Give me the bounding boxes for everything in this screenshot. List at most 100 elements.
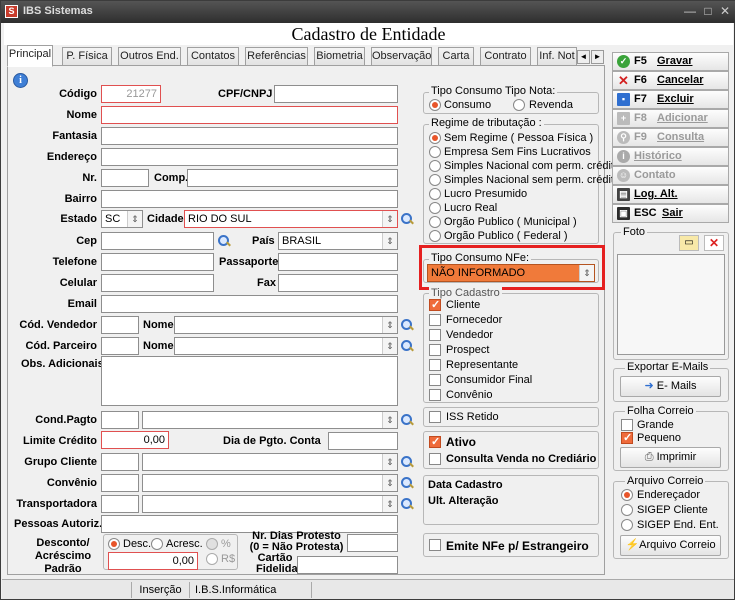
vendedor-code-field[interactable] — [101, 316, 139, 334]
sair-button[interactable]: ▣ ESC Sair — [612, 204, 729, 223]
adicionar-button[interactable]: + F8 Adicionar — [612, 109, 729, 128]
pct-radio[interactable] — [206, 538, 218, 550]
minimize-icon[interactable]: — — [683, 5, 697, 19]
pais-select[interactable]: BRASIL — [278, 232, 398, 250]
regime-radio-1[interactable] — [429, 146, 441, 158]
tab-prev-icon[interactable]: ◄ — [577, 50, 590, 64]
historico-button[interactable]: i Histórico — [612, 147, 729, 166]
ativo-checkbox[interactable] — [429, 435, 441, 448]
limite-field[interactable]: 0,00 — [101, 431, 169, 449]
emite-nfe-checkbox[interactable] — [429, 539, 441, 551]
grupo-search-icon[interactable] — [400, 455, 414, 469]
protesto-field[interactable] — [347, 534, 398, 552]
parceiro-code-field[interactable] — [101, 337, 139, 355]
representante-checkbox[interactable] — [429, 359, 441, 371]
acresc-radio[interactable] — [151, 538, 163, 550]
bairro-field[interactable] — [101, 190, 398, 208]
desconto-field[interactable]: 0,00 — [108, 552, 198, 570]
arquivo-correio-button[interactable]: ⚡Arquivo Correio — [620, 535, 721, 556]
contato-button[interactable]: ☺ Contato — [612, 166, 729, 185]
info-icon[interactable]: i — [13, 73, 28, 88]
cep-field[interactable] — [101, 232, 214, 250]
revenda-radio[interactable] — [513, 99, 525, 111]
tab-inf-not[interactable]: Inf. Not — [537, 47, 577, 66]
tab-observacao[interactable]: Observação — [371, 47, 432, 66]
folder-icon[interactable]: ▭ — [679, 235, 699, 251]
grupo-code-field[interactable] — [101, 453, 139, 471]
diapgto-field[interactable] — [328, 432, 398, 450]
convenio-search-icon[interactable] — [400, 476, 414, 490]
iss-checkbox[interactable] — [429, 411, 441, 423]
regime-radio-5[interactable] — [429, 202, 441, 214]
consumo-radio[interactable] — [429, 99, 441, 111]
condpagto-search-icon[interactable] — [400, 413, 414, 427]
convenio-select[interactable] — [142, 474, 398, 492]
fantasia-field[interactable] — [101, 127, 398, 145]
condpagto-code-field[interactable] — [101, 411, 139, 429]
pequeno-checkbox[interactable] — [621, 431, 633, 444]
cliente-checkbox[interactable] — [429, 298, 441, 311]
tab-referencias[interactable]: Referências — [245, 47, 308, 66]
emails-button[interactable]: ➜ E- Mails — [620, 376, 721, 397]
celular-field[interactable] — [101, 274, 214, 292]
transp-search-icon[interactable] — [400, 497, 414, 511]
tab-biometria[interactable]: Biometria — [314, 47, 365, 66]
tab-pessoa-fisica[interactable]: P. Física — [62, 47, 112, 66]
transp-select[interactable] — [142, 495, 398, 513]
fornecedor-checkbox[interactable] — [429, 314, 441, 326]
regime-radio-2[interactable] — [429, 160, 441, 172]
regime-radio-3[interactable] — [429, 174, 441, 186]
obs-textarea[interactable] — [101, 356, 398, 406]
parceiro-search-icon[interactable] — [400, 339, 414, 353]
email-field[interactable] — [101, 295, 398, 313]
codigo-field[interactable]: 21277 — [101, 85, 161, 103]
rs-radio[interactable] — [206, 553, 218, 565]
grupo-select[interactable] — [142, 453, 398, 471]
tab-outros-end[interactable]: Outros End. — [118, 47, 181, 66]
desc-radio[interactable] — [108, 538, 120, 550]
prospect-checkbox[interactable] — [429, 344, 441, 356]
fax-field[interactable] — [278, 274, 398, 292]
cartao-field[interactable] — [297, 556, 398, 574]
close-icon[interactable]: ✕ — [718, 5, 732, 19]
tab-contrato[interactable]: Contrato — [480, 47, 531, 66]
regime-radio-4[interactable] — [429, 188, 441, 200]
cep-search-icon[interactable] — [217, 234, 231, 248]
telefone-field[interactable] — [101, 253, 214, 271]
cpf-field[interactable] — [274, 85, 398, 103]
grande-checkbox[interactable] — [621, 419, 633, 431]
sigep-end-radio[interactable] — [621, 519, 633, 531]
tab-contatos[interactable]: Contatos — [187, 47, 239, 66]
enderecador-radio[interactable] — [621, 489, 633, 501]
convenio-checkbox[interactable] — [429, 389, 441, 401]
convenio-code-field[interactable] — [101, 474, 139, 492]
vendedor-nome-select[interactable] — [174, 316, 398, 334]
nome-field[interactable] — [101, 106, 398, 124]
imprimir-button[interactable]: ⎙ Imprimir — [620, 447, 721, 468]
maximize-icon[interactable]: □ — [701, 5, 715, 19]
condpagto-select[interactable] — [142, 411, 398, 429]
nr-field[interactable] — [101, 169, 149, 187]
consulta-button[interactable]: ⚲ F9 Consulta — [612, 128, 729, 147]
cidade-select[interactable]: RIO DO SUL — [184, 210, 398, 228]
cidade-search-icon[interactable] — [400, 212, 414, 226]
regime-radio-0[interactable] — [429, 132, 441, 144]
tab-carta[interactable]: Carta — [438, 47, 474, 66]
vendedor-checkbox[interactable] — [429, 329, 441, 341]
gravar-button[interactable]: ✓ F5 Gravar — [612, 52, 729, 71]
tab-principal[interactable]: Principal — [7, 45, 53, 67]
nfe-select[interactable]: NÃO INFORMADO — [427, 264, 595, 282]
transp-code-field[interactable] — [101, 495, 139, 513]
parceiro-nome-select[interactable] — [174, 337, 398, 355]
consulta-venda-checkbox[interactable] — [429, 453, 441, 465]
endereco-field[interactable] — [101, 148, 398, 166]
estado-select[interactable]: SC — [101, 210, 143, 228]
regime-radio-6[interactable] — [429, 216, 441, 228]
vendedor-search-icon[interactable] — [400, 318, 414, 332]
remove-photo-icon[interactable]: ✕ — [704, 235, 724, 251]
sigep-cliente-radio[interactable] — [621, 504, 633, 516]
log-alt-button[interactable]: ▤ Log. Alt. — [612, 185, 729, 204]
passaporte-field[interactable] — [278, 253, 398, 271]
cancelar-button[interactable]: ✕ F6 Cancelar — [612, 71, 729, 90]
regime-radio-7[interactable] — [429, 230, 441, 242]
